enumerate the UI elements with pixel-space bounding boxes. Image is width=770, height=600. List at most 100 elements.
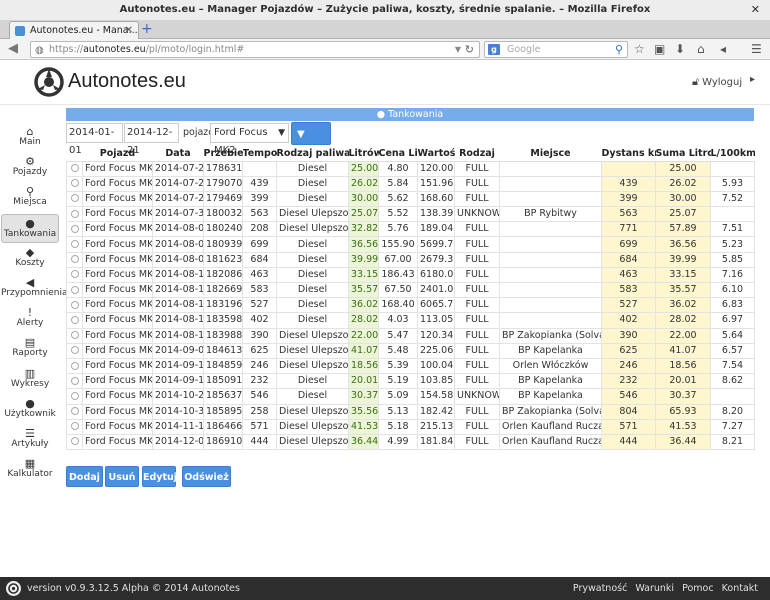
row-select-radio[interactable] [66,373,83,390]
row-select-radio[interactable] [66,206,83,223]
row-select-radio[interactable] [66,281,83,299]
radio-icon[interactable] [70,270,79,279]
reload-icon[interactable]: ↻ [465,42,474,57]
sidebar-item-artykuły[interactable]: ☰ Artykuły [1,425,59,454]
url-bar[interactable]: ◍ https://autonotes.eu/pl/moto/login.htm… [30,41,480,58]
sidebar-item-tankowania[interactable]: ● Tankowania [1,213,59,243]
table-row[interactable]: Ford Focus MK22014-08-04180240208Diesel … [66,221,755,238]
footer-link-privacy[interactable]: Prywatność [573,583,627,594]
table-row[interactable]: Ford Focus MK22014-10-22185637546Diesel3… [66,388,755,405]
column-header[interactable]: Rodzaj [454,147,500,162]
row-select-radio[interactable] [66,342,83,359]
table-row[interactable]: Ford Focus MK22014-08-08181623684Diesel3… [66,251,755,268]
radio-icon[interactable] [70,331,79,340]
add-button[interactable]: Dodaj [66,466,103,487]
sidebar-item-przypomnienia[interactable]: ◀ Przypomnienia [1,274,67,303]
sidebar-item-koszty[interactable]: ◆ Koszty [1,244,59,273]
table-row[interactable]: Ford Focus MK22014-08-05180939699Diesel3… [66,236,755,253]
home-browser-icon[interactable]: ⌂ [697,42,705,57]
radio-icon[interactable] [70,285,79,294]
autonotes-logo-icon[interactable] [34,67,64,97]
footer-link-contact[interactable]: Kontakt [722,583,758,594]
search-engine-icon[interactable]: g [488,44,500,55]
column-header[interactable]: Data [152,147,204,162]
radio-icon[interactable] [70,179,79,188]
column-header[interactable]: Litrów [348,147,379,162]
row-select-radio[interactable] [66,433,83,451]
radio-icon[interactable] [70,346,79,355]
table-row[interactable]: Ford Focus MK22014-12-09186910444Diesel … [66,433,755,451]
delete-button[interactable]: Usuń [105,466,139,487]
search-bar[interactable]: g Google ⚲ [484,41,628,58]
radio-icon[interactable] [70,255,79,264]
table-row[interactable]: Ford Focus MK22014-09-11184859246Diesel … [66,357,755,375]
radio-icon[interactable] [70,361,79,370]
row-select-radio[interactable] [66,266,83,284]
chevron-right-icon[interactable]: ▸ [750,74,755,85]
vehicle-select[interactable]: Ford Focus MK2 ▼ [210,123,289,156]
table-row[interactable]: Ford Focus MK22014-08-18183988390Diesel … [66,327,755,344]
row-select-radio[interactable] [66,297,83,314]
footer-link-terms[interactable]: Warunki [635,583,674,594]
column-header[interactable]: Suma Litrow [655,147,711,162]
radio-icon[interactable] [70,194,79,203]
filter-button[interactable]: ▼ Filtruj [291,122,331,163]
row-select-radio[interactable] [66,175,83,192]
table-row[interactable]: Ford Focus MK22014-10-31185895258Diesel … [66,403,755,420]
sidebar-item-kalkulator[interactable]: ▦ Kalkulator [1,455,59,484]
row-select-radio[interactable] [66,221,83,238]
sidebar-item-raporty[interactable]: ▤ Raporty [1,334,59,363]
column-header[interactable]: Rodzaj paliwa [276,147,349,162]
brand-name[interactable]: Autonotes.eu [68,70,186,93]
column-header[interactable]: Przebieg [203,147,243,162]
column-header[interactable]: Cena Litr [378,147,418,162]
column-header[interactable]: Pojazd [82,147,153,162]
table-row[interactable]: Ford Focus MK22014-08-15182669583Diesel3… [66,281,755,299]
refresh-button[interactable]: Odśwież [182,466,231,487]
row-select-radio[interactable] [66,236,83,253]
logout-link[interactable]: 🔓︎ Wyloguj [692,75,742,89]
sidebar-item-alerty[interactable]: ! Alerty [1,304,59,333]
table-row[interactable]: Ford Focus MK22014-07-22179469399Diesel3… [66,190,755,208]
column-header[interactable]: Miejsce [499,147,602,162]
window-close-icon[interactable]: ✕ [751,0,760,20]
row-select-radio[interactable] [66,388,83,405]
table-row[interactable]: Ford Focus MK22014-08-16183196527Diesel3… [66,297,755,314]
table-row[interactable]: Ford Focus MK22014-08-13182086463Diesel3… [66,266,755,284]
row-select-radio[interactable] [66,327,83,344]
row-select-radio[interactable] [66,403,83,420]
table-row[interactable]: Ford Focus MK22014-11-19186466571Diesel … [66,418,755,435]
radio-icon[interactable] [70,164,79,173]
search-icon[interactable]: ⚲ [615,42,623,57]
row-select-radio[interactable] [66,418,83,435]
sidebar-item-miejsca[interactable]: ⚲ Miejsca [1,183,59,212]
radio-icon[interactable] [70,422,79,431]
radio-icon[interactable] [70,300,79,309]
addon-icon[interactable]: ◂ [720,42,726,57]
column-header[interactable]: Tempo [242,147,277,162]
radio-icon[interactable] [70,376,79,385]
table-row[interactable]: Ford Focus MK22014-07-22179070439Diesel2… [66,175,755,192]
radio-icon[interactable] [70,209,79,218]
radio-icon[interactable] [70,407,79,416]
column-header[interactable]: L/100km [710,147,755,162]
table-row[interactable]: Ford Focus MK22014-08-16183598402Diesel2… [66,312,755,329]
column-header[interactable]: Wartość [417,147,455,162]
radio-icon[interactable] [70,391,79,400]
table-row[interactable]: Ford Focus MK22014-09-18185091232Diesel2… [66,373,755,390]
row-select-radio[interactable] [66,190,83,208]
table-row[interactable]: Ford Focus MK22014-09-01184613625Diesel … [66,342,755,359]
bookmarks-list-icon[interactable]: ▣ [654,42,665,57]
row-select-radio[interactable] [66,160,83,177]
date-from-input[interactable]: 2014-01-01 [66,123,123,156]
radio-icon[interactable] [70,315,79,324]
sidebar-item-użytkownik[interactable]: ● Użytkownik [1,395,59,424]
column-header[interactable]: Dystans km [601,147,656,162]
browser-tab[interactable]: Autonotes.eu - Mana... ✕ [9,21,139,39]
download-icon[interactable]: ⬇ [675,42,685,57]
bookmark-star-icon[interactable]: ☆ [634,42,645,57]
back-icon[interactable]: ◀ [8,41,18,57]
url-dropdown-icon[interactable]: ▼ [455,42,461,57]
row-select-radio[interactable] [66,312,83,329]
row-select-radio[interactable] [66,251,83,268]
